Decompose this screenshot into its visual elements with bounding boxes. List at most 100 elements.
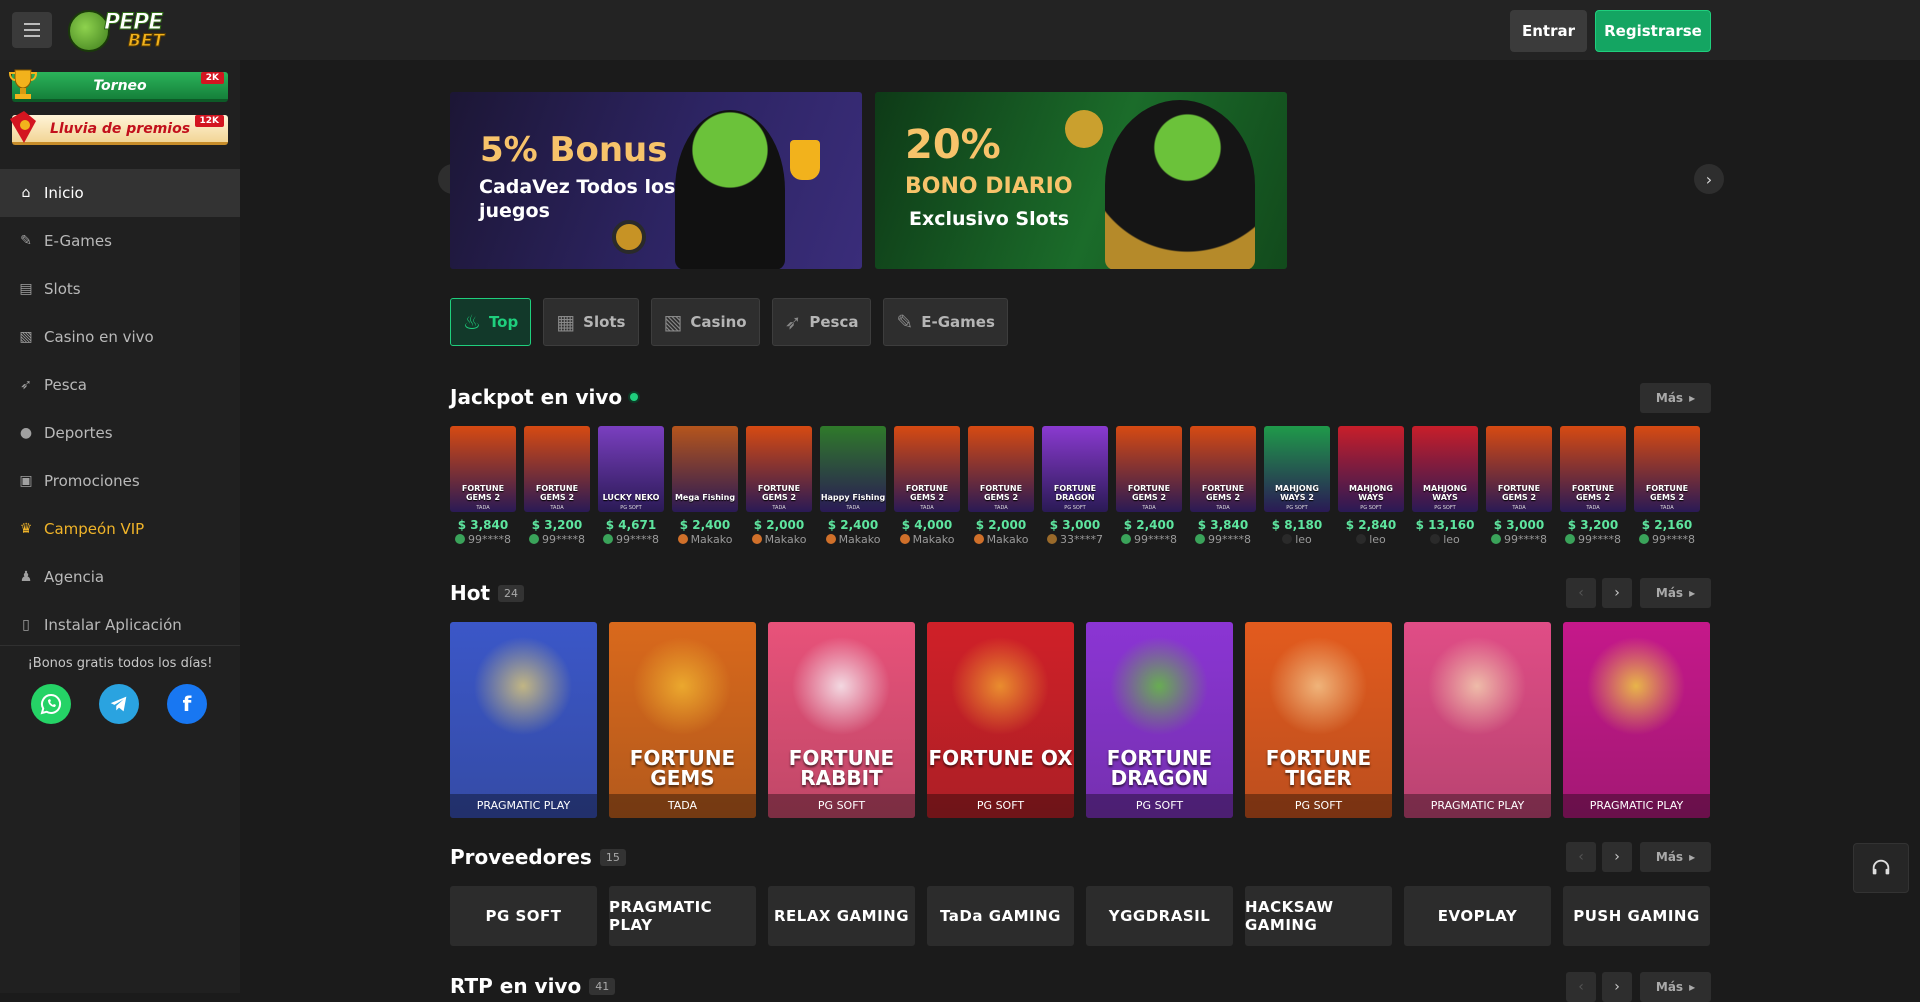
jackpot-user: Makako [820,533,886,546]
tab-pesca[interactable]: ➶ Pesca [771,298,872,346]
hot-game-card[interactable]: PRAGMATIC PLAY [450,622,597,818]
whatsapp-icon[interactable] [31,684,71,724]
game-thumbnail[interactable]: Mega Fishing [672,426,738,512]
rtp-prev-button[interactable]: ‹ [1566,972,1596,1002]
login-button[interactable]: Entrar [1510,10,1587,52]
providers-next-button[interactable]: › [1602,842,1632,872]
provider-card[interactable]: PG SOFT [450,886,597,946]
user-avatar-icon [1121,534,1131,544]
game-thumbnail[interactable]: FORTUNE GEMS 2 TADA [524,426,590,512]
hot-game-card[interactable]: FORTUNE OX PG SOFT [927,622,1074,818]
jackpot-item[interactable]: FORTUNE GEMS 2 TADA $ 3,840 99****8 [450,426,516,546]
game-thumbnail[interactable]: FORTUNE GEMS 2 TADA [1116,426,1182,512]
game-thumbnail[interactable]: FORTUNE GEMS 2 TADA [1190,426,1256,512]
tab-egames[interactable]: ✎ E-Games [883,298,1008,346]
jackpot-item[interactable]: MAHJONG WAYS PG SOFT $ 13,160 leo [1412,426,1478,546]
jackpot-item[interactable]: MAHJONG WAYS PG SOFT $ 2,840 leo [1338,426,1404,546]
hot-game-card[interactable]: FORTUNE DRAGON PG SOFT [1086,622,1233,818]
game-name: FORTUNE GEMS 2 [1645,484,1689,502]
game-thumbnail[interactable]: FORTUNE GEMS 2 TADA [1486,426,1552,512]
fish-icon: ➶ [784,310,802,334]
provider-card[interactable]: RELAX GAMING [768,886,915,946]
sidebar-item-instalar-aplicacion[interactable]: ▯ Instalar Aplicación [0,601,240,649]
provider-card[interactable]: PUSH GAMING [1563,886,1710,946]
game-art-image [1269,636,1367,736]
game-thumbnail[interactable]: LUCKY NEKO PG SOFT [598,426,664,512]
jackpot-item[interactable]: LUCKY NEKO PG SOFT $ 4,671 99****8 [598,426,664,546]
pepebet-logo[interactable]: PEPE BET [68,6,183,54]
hot-game-card[interactable]: PRAGMATIC PLAY [1404,622,1551,818]
provider-card[interactable]: TaDa GAMING [927,886,1074,946]
tab-top[interactable]: ♨ Top [450,298,532,346]
jackpot-item[interactable]: MAHJONG WAYS 2 PG SOFT $ 8,180 leo [1264,426,1330,546]
hot-game-card[interactable]: FORTUNE RABBIT PG SOFT [768,622,915,818]
jackpot-item[interactable]: FORTUNE GEMS 2 TADA $ 4,000 Makako [894,426,960,546]
support-headset-button[interactable] [1853,843,1909,893]
jackpot-item[interactable]: FORTUNE GEMS 2 TADA $ 2,400 99****8 [1116,426,1182,546]
caret-right-icon: ▸ [1689,980,1696,994]
jackpot-item[interactable]: FORTUNE GEMS 2 TADA $ 2,000 Makako [746,426,812,546]
live-indicator [630,393,639,401]
rtp-next-button[interactable]: › [1602,972,1632,1002]
jackpot-item[interactable]: Mega Fishing $ 2,400 Makako [672,426,738,546]
provider-card[interactable]: PRAGMATIC PLAY [609,886,756,946]
promo-banner-bono-diario[interactable]: 20% BONO DIARIO Exclusivo Slots [875,92,1287,269]
cards-icon: ▧ [19,329,33,345]
jackpot-item[interactable]: FORTUNE DRAGON PG SOFT $ 3,000 33****7 [1042,426,1108,546]
provider-card[interactable]: HACKSAW GAMING [1245,886,1392,946]
hot-game-card[interactable]: FORTUNE GEMS TADA [609,622,756,818]
jackpot-item[interactable]: Happy Fishing TADA $ 2,400 Makako [820,426,886,546]
rtp-more-button[interactable]: Más ▸ [1640,972,1711,1002]
providers-prev-button[interactable]: ‹ [1566,842,1596,872]
provider-card[interactable]: EVOPLAY [1404,886,1551,946]
provider-card[interactable]: YGGDRASIL [1086,886,1233,946]
jackpot-item[interactable]: FORTUNE GEMS 2 TADA $ 2,000 Makako [968,426,1034,546]
sidebar-item-casino-en-vivo[interactable]: ▧ Casino en vivo [0,313,240,361]
sidebar-item-egames[interactable]: ✎ E-Games [0,217,240,265]
sidebar-item-agencia[interactable]: ♟ Agencia [0,553,240,601]
jackpot-item[interactable]: FORTUNE GEMS 2 TADA $ 3,200 99****8 [1560,426,1626,546]
user-avatar-icon [1356,534,1367,544]
game-name: MAHJONG WAYS 2 [1275,484,1319,502]
jackpot-more-button[interactable]: Más ▸ [1640,383,1711,413]
jackpot-item[interactable]: FORTUNE GEMS 2 TADA $ 3,200 99****8 [524,426,590,546]
promo-banner-5-bonus[interactable]: 5% Bonus CadaVez Todos los juegos [450,92,862,269]
game-thumbnail[interactable]: MAHJONG WAYS 2 PG SOFT [1264,426,1330,512]
jackpot-item[interactable]: FORTUNE GEMS 2 TADA $ 3,840 99****8 [1190,426,1256,546]
sidebar-item-promociones[interactable]: ▣ Promociones [0,457,240,505]
telegram-icon[interactable] [99,684,139,724]
game-thumbnail[interactable]: FORTUNE GEMS 2 TADA [968,426,1034,512]
hot-next-button[interactable]: › [1602,578,1632,608]
game-thumbnail[interactable]: FORTUNE DRAGON PG SOFT [1042,426,1108,512]
game-thumbnail[interactable]: Happy Fishing TADA [820,426,886,512]
tab-slots[interactable]: ▦ Slots [543,298,639,346]
hot-prev-button[interactable]: ‹ [1566,578,1596,608]
sidebar-item-pesca[interactable]: ➶ Pesca [0,361,240,409]
game-thumbnail[interactable]: FORTUNE GEMS 2 TADA [1560,426,1626,512]
game-thumbnail[interactable]: MAHJONG WAYS PG SOFT [1412,426,1478,512]
tab-casino[interactable]: ▧ Casino [650,298,760,346]
carousel-next-button[interactable]: › [1694,164,1724,194]
game-thumbnail[interactable]: FORTUNE GEMS 2 TADA [450,426,516,512]
sidebar-item-inicio[interactable]: ⌂ Inicio [0,169,240,217]
facebook-icon[interactable]: f [167,684,207,724]
game-thumbnail[interactable]: FORTUNE GEMS 2 TADA [746,426,812,512]
sidebar-item-deportes[interactable]: ● Deportes [0,409,240,457]
sidebar-item-slots[interactable]: ▤ Slots [0,265,240,313]
game-thumbnail[interactable]: FORTUNE GEMS 2 TADA [1634,426,1700,512]
hot-game-card[interactable]: PRAGMATIC PLAY [1563,622,1710,818]
sidebar-item-campeon-vip[interactable]: ♛ Campeón VIP [0,505,240,553]
providers-more-button[interactable]: Más ▸ [1640,842,1711,872]
jackpot-item[interactable]: FORTUNE GEMS 2 TADA $ 2,160 99****8 [1634,426,1700,546]
torneo-banner[interactable]: Torneo 2K [8,69,228,102]
hot-game-card[interactable]: FORTUNE TIGER PG SOFT [1245,622,1392,818]
hot-more-button[interactable]: Más ▸ [1640,578,1711,608]
game-title: FORTUNE TIGER [1265,746,1372,790]
slots-icon: ▤ [19,281,33,297]
lluvia-de-premios-banner[interactable]: Lluvia de premios 12K [10,111,228,145]
jackpot-item[interactable]: FORTUNE GEMS 2 TADA $ 3,000 99****8 [1486,426,1552,546]
game-thumbnail[interactable]: FORTUNE GEMS 2 TADA [894,426,960,512]
register-button[interactable]: Registrarse [1595,10,1711,52]
menu-toggle-button[interactable] [12,12,52,48]
game-thumbnail[interactable]: MAHJONG WAYS PG SOFT [1338,426,1404,512]
